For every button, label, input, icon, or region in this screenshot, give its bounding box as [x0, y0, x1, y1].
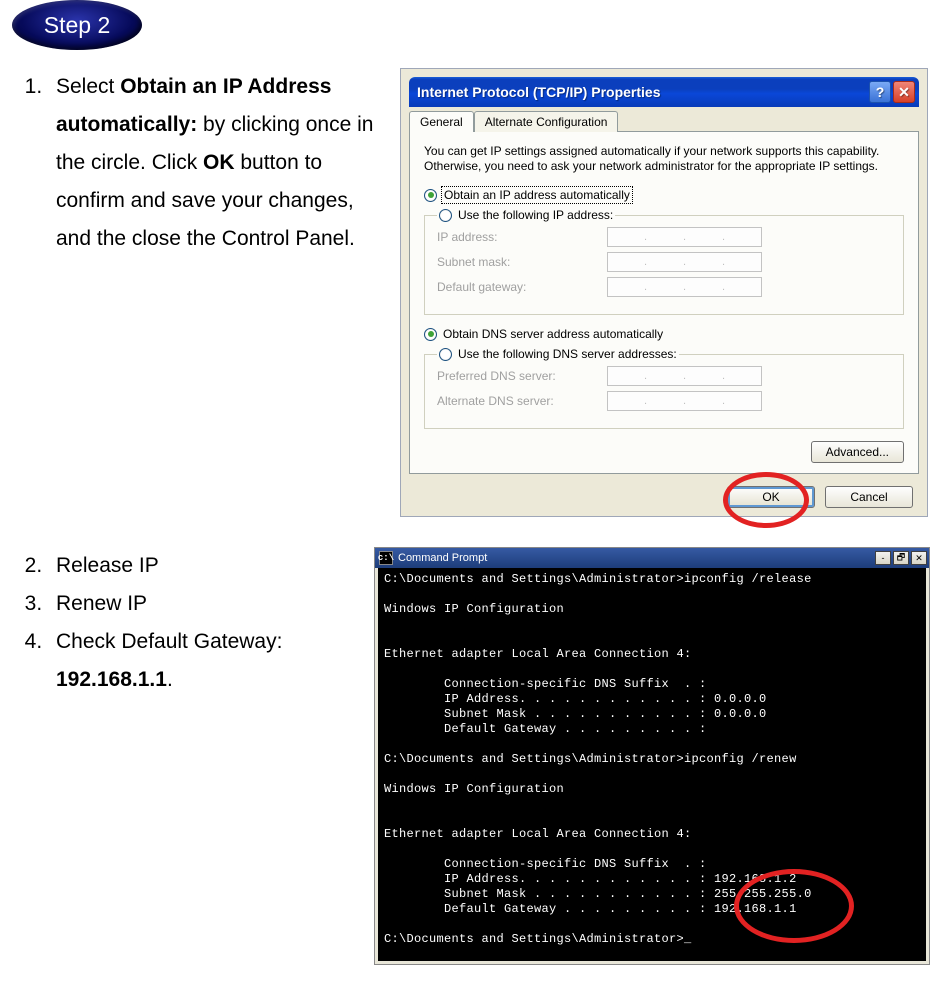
cmd-title-text: Command Prompt	[398, 552, 487, 564]
radio-use-dns[interactable]	[439, 348, 452, 361]
label-alternate-dns: Alternate DNS server:	[437, 394, 607, 408]
instruction-1: Select Obtain an IP Address automaticall…	[48, 68, 382, 258]
label-ip-address: IP address:	[437, 230, 607, 244]
input-subnet-mask: ...	[607, 252, 762, 272]
help-icon[interactable]: ?	[869, 81, 891, 103]
maximize-icon[interactable]: 🗗	[893, 551, 909, 565]
instruction-2: Release IP	[48, 547, 356, 585]
label-subnet-mask: Subnet mask:	[437, 255, 607, 269]
radio-label-obtain-ip-auto: Obtain an IP address automatically	[443, 188, 631, 202]
command-prompt-window: c:\ Command Prompt - 🗗 ✕ C:\Documents an…	[374, 547, 930, 965]
input-ip-address: ...	[607, 227, 762, 247]
instruction-3: Renew IP	[48, 585, 356, 623]
cmd-app-icon: c:\	[379, 551, 393, 565]
dialog-description: You can get IP settings assigned automat…	[424, 144, 904, 174]
tcpip-properties-dialog: Internet Protocol (TCP/IP) Properties ? …	[400, 68, 928, 517]
cancel-button[interactable]: Cancel	[825, 486, 913, 508]
tab-general[interactable]: General	[409, 111, 474, 132]
radio-label-use-dns: Use the following DNS server addresses:	[458, 347, 677, 361]
radio-obtain-ip-auto[interactable]	[424, 189, 437, 202]
cmd-output: C:\Documents and Settings\Administrator>…	[375, 568, 929, 964]
cmd-close-icon[interactable]: ✕	[911, 551, 927, 565]
input-preferred-dns: ...	[607, 366, 762, 386]
step-label: Step 2	[44, 12, 111, 39]
dialog-title: Internet Protocol (TCP/IP) Properties	[417, 84, 660, 100]
label-preferred-dns: Preferred DNS server:	[437, 369, 607, 383]
ok-button[interactable]: OK	[727, 486, 815, 508]
dialog-title-bar[interactable]: Internet Protocol (TCP/IP) Properties ? …	[409, 77, 919, 107]
tab-alternate-configuration[interactable]: Alternate Configuration	[474, 111, 619, 132]
input-default-gateway: ...	[607, 277, 762, 297]
input-alternate-dns: ...	[607, 391, 762, 411]
close-icon[interactable]: ✕	[893, 81, 915, 103]
step-badge: Step 2	[12, 0, 142, 50]
instruction-4: Check Default Gateway: 192.168.1.1.	[48, 623, 356, 699]
radio-label-obtain-dns-auto: Obtain DNS server address automatically	[443, 327, 663, 341]
radio-obtain-dns-auto[interactable]	[424, 328, 437, 341]
minimize-icon[interactable]: -	[875, 551, 891, 565]
cmd-title-bar[interactable]: c:\ Command Prompt - 🗗 ✕	[375, 548, 929, 568]
advanced-button[interactable]: Advanced...	[811, 441, 904, 463]
label-default-gateway: Default gateway:	[437, 280, 607, 294]
radio-label-use-ip: Use the following IP address:	[458, 208, 613, 222]
radio-use-ip[interactable]	[439, 209, 452, 222]
